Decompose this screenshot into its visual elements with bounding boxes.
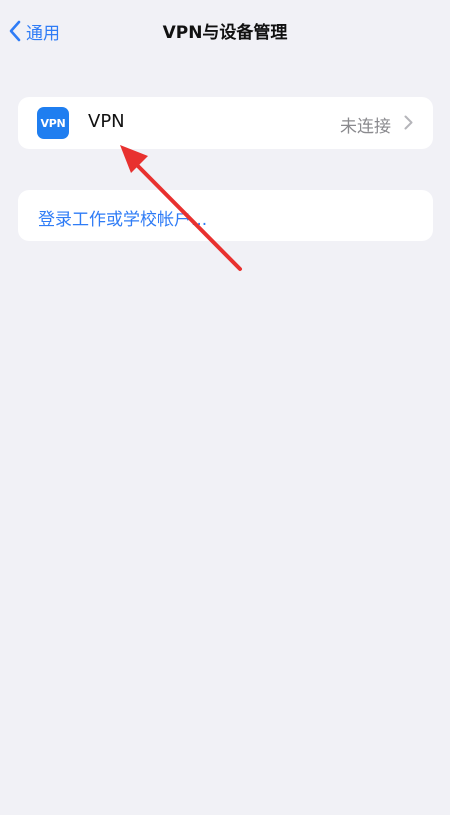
chevron-right-icon	[404, 115, 413, 130]
vpn-group: VPN VPN 未连接	[18, 97, 433, 149]
page-title: VPN与设备管理	[162, 23, 288, 43]
navigation-bar: 通用 VPN与设备管理	[0, 0, 450, 64]
vpn-label: VPN	[88, 111, 125, 132]
vpn-icon: VPN	[37, 107, 69, 139]
vpn-row[interactable]: VPN VPN 未连接	[18, 97, 433, 149]
login-group: 登录工作或学校帐户...	[18, 190, 433, 241]
vpn-status: 未连接	[340, 117, 391, 137]
login-work-school-account-link[interactable]: 登录工作或学校帐户...	[38, 205, 207, 230]
